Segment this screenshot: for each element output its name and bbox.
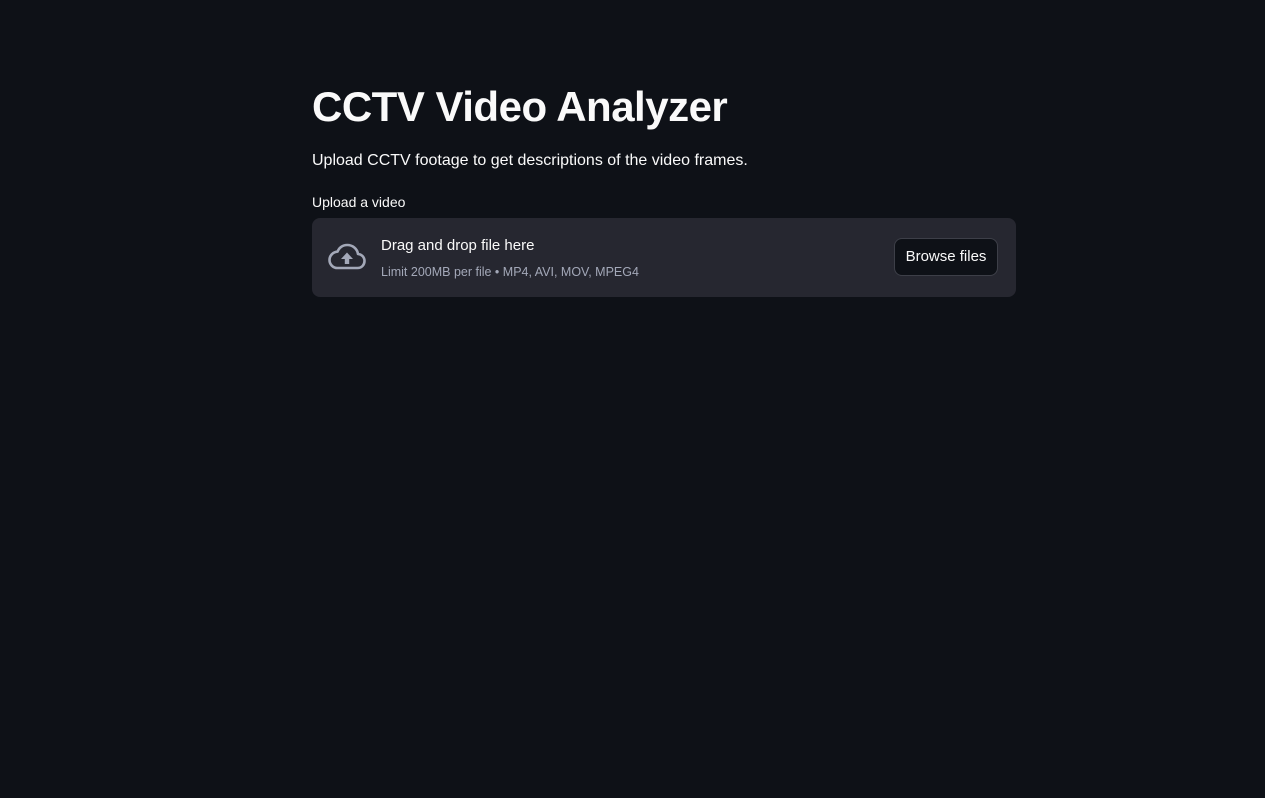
file-limit-text: Limit 200MB per file • MP4, AVI, MOV, MP… xyxy=(381,265,639,279)
page-subtitle: Upload CCTV footage to get descriptions … xyxy=(312,152,748,169)
cloud-upload-icon xyxy=(328,242,366,272)
browse-files-button[interactable]: Browse files xyxy=(894,238,998,276)
dropzone-instructions: Drag and drop file here xyxy=(381,237,535,254)
file-uploader-label: Upload a video xyxy=(312,194,406,210)
page-title: CCTV Video Analyzer xyxy=(312,83,728,130)
file-dropzone[interactable]: Drag and drop file here Limit 200MB per … xyxy=(312,218,1016,297)
